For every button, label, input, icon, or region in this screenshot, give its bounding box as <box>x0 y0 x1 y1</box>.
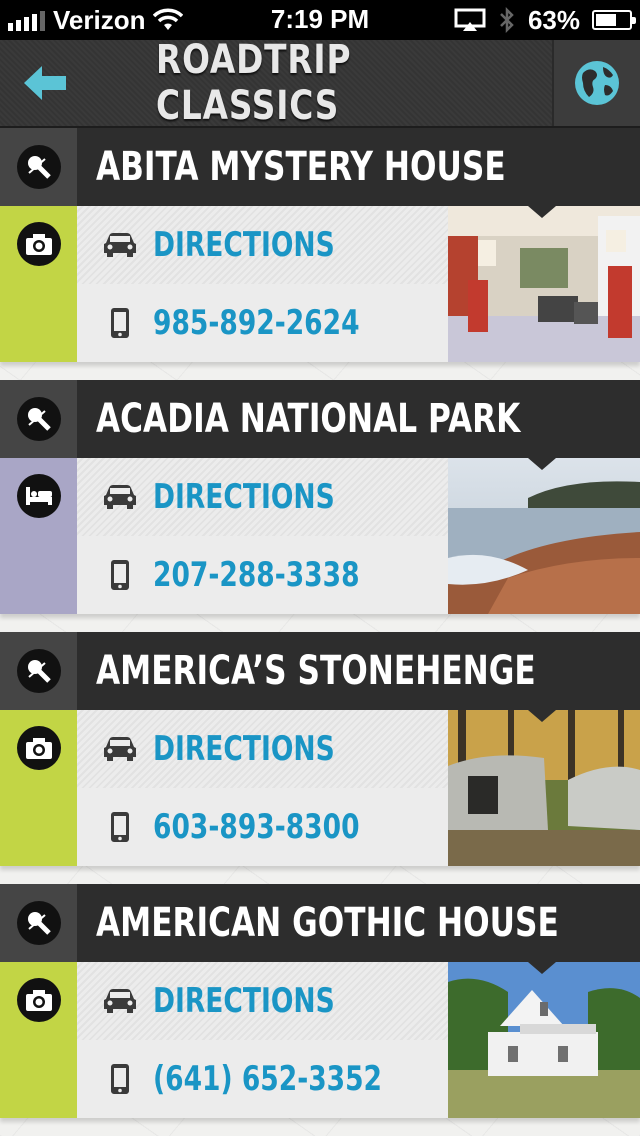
place-body: DIRECTIONS 985-892-2624 <box>0 206 640 362</box>
status-left: Verizon <box>8 0 184 40</box>
place-card: ABITA MYSTERY HOUSE DIRECTIONS 985-892-2… <box>0 128 640 362</box>
camera-icon <box>16 726 61 770</box>
battery-icon <box>592 10 636 30</box>
place-header[interactable]: AMERICAN GOTHIC HOUSE <box>0 884 640 962</box>
map-pin-icon <box>16 145 61 189</box>
category-cell <box>0 458 77 614</box>
place-title: AMERICAN GOTHIC HOUSE <box>96 900 559 946</box>
category-cell <box>0 710 77 866</box>
camera-icon <box>16 222 61 266</box>
back-button[interactable] <box>0 40 90 126</box>
battery-percent: 63% <box>527 4 580 35</box>
carrier-label: Verizon <box>53 4 146 35</box>
car-icon <box>89 484 151 510</box>
car-icon <box>89 736 151 762</box>
signal-icon <box>8 9 45 31</box>
place-header[interactable]: ACADIA NATIONAL PARK <box>0 380 640 458</box>
place-photo[interactable] <box>448 458 640 614</box>
photo-notch <box>528 206 556 218</box>
phone-button[interactable]: (641) 652-3352 <box>77 1040 448 1118</box>
wifi-icon <box>153 8 184 30</box>
phone-icon <box>89 307 151 339</box>
status-bar: Verizon 7:19 PM 63% <box>0 0 640 40</box>
bluetooth-icon <box>500 6 514 34</box>
place-title: AMERICA’S STONEHENGE <box>96 648 536 694</box>
nav-bar: ROADTRIP CLASSICS <box>0 37 640 129</box>
camera-icon <box>16 978 61 1022</box>
place-title: ABITA MYSTERY HOUSE <box>96 144 506 190</box>
map-pin-icon <box>16 901 61 945</box>
place-photo[interactable] <box>448 962 640 1118</box>
photo-notch <box>528 710 556 722</box>
directions-label: DIRECTIONS <box>153 981 335 1021</box>
photo-notch <box>528 458 556 470</box>
category-cell <box>0 206 77 362</box>
place-body: DIRECTIONS 603-893-8300 <box>0 710 640 866</box>
map-pin-cell[interactable] <box>0 632 77 710</box>
map-pin-cell[interactable] <box>0 128 77 206</box>
category-cell <box>0 962 77 1118</box>
globe-button[interactable] <box>552 40 640 126</box>
status-right: 63% <box>454 0 636 40</box>
phone-button[interactable]: 207-288-3338 <box>77 536 448 614</box>
back-arrow-icon <box>24 66 66 100</box>
directions-label: DIRECTIONS <box>153 477 335 517</box>
map-pin-cell[interactable] <box>0 380 77 458</box>
place-photo[interactable] <box>448 206 640 362</box>
place-photo[interactable] <box>448 710 640 866</box>
phone-number: 603-893-8300 <box>153 807 360 847</box>
directions-label: DIRECTIONS <box>153 729 335 769</box>
phone-number: 207-288-3338 <box>153 555 360 595</box>
directions-button[interactable]: DIRECTIONS <box>77 962 448 1040</box>
map-pin-icon <box>16 649 61 693</box>
place-body: DIRECTIONS (641) 652-3352 <box>0 962 640 1118</box>
phone-button[interactable]: 603-893-8300 <box>77 788 448 866</box>
place-title: ACADIA NATIONAL PARK <box>96 396 521 442</box>
map-pin-icon <box>16 397 61 441</box>
directions-button[interactable]: DIRECTIONS <box>77 206 448 284</box>
globe-icon <box>575 61 619 105</box>
phone-number: 985-892-2624 <box>153 303 360 343</box>
phone-icon <box>89 559 151 591</box>
place-card: AMERICAN GOTHIC HOUSE DIRECTIONS (641) 6… <box>0 884 640 1118</box>
directions-button[interactable]: DIRECTIONS <box>77 710 448 788</box>
place-card: AMERICA’S STONEHENGE DIRECTIONS 603-893-… <box>0 632 640 866</box>
page-title: ROADTRIP CLASSICS <box>156 37 352 129</box>
map-pin-cell[interactable] <box>0 884 77 962</box>
bed-icon <box>16 474 61 518</box>
place-card: ACADIA NATIONAL PARK DIRECTIONS 207-288-… <box>0 380 640 614</box>
phone-icon <box>89 1063 151 1095</box>
car-icon <box>89 232 151 258</box>
place-header[interactable]: ABITA MYSTERY HOUSE <box>0 128 640 206</box>
photo-notch <box>528 962 556 974</box>
phone-number: (641) 652-3352 <box>153 1059 383 1099</box>
phone-button[interactable]: 985-892-2624 <box>77 284 448 362</box>
airplay-icon <box>454 8 486 31</box>
place-header[interactable]: AMERICA’S STONEHENGE <box>0 632 640 710</box>
directions-button[interactable]: DIRECTIONS <box>77 458 448 536</box>
phone-icon <box>89 811 151 843</box>
car-icon <box>89 988 151 1014</box>
directions-label: DIRECTIONS <box>153 225 335 265</box>
place-body: DIRECTIONS 207-288-3338 <box>0 458 640 614</box>
